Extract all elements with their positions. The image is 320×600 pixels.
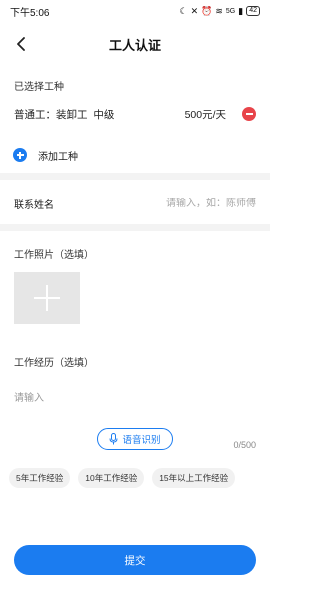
job-item: 普通工：装卸工 中级 500元/天 <box>14 104 256 124</box>
work-experience-label: 工作经历（选填） <box>14 358 94 369</box>
moon-icon: ☾ <box>179 5 188 16</box>
experience-chip[interactable]: 10年工作经验 <box>78 468 145 488</box>
status-time: 下午5:06 <box>10 7 50 19</box>
job-name: 普通工：装卸工 中级 <box>14 108 115 121</box>
microphone-icon <box>109 433 118 445</box>
network-label: 5G <box>225 7 236 15</box>
submit-button[interactable]: 提交 <box>14 545 256 575</box>
remove-job-button[interactable] <box>242 107 256 121</box>
section-divider <box>0 224 270 231</box>
add-job-button[interactable]: 添加工种 <box>13 146 78 164</box>
section-divider <box>0 173 270 180</box>
wifi-icon: ≋ <box>215 5 223 16</box>
status-icons: ☾ ✕ ⏰ ≋ 5G ▮ 42 <box>180 6 260 17</box>
mute-icon: ✕ <box>190 5 199 16</box>
voice-button-label: 语音识别 <box>122 435 161 446</box>
battery-icon: 42 <box>246 6 260 16</box>
char-counter: 0/500 <box>233 440 256 450</box>
voice-recognition-button[interactable]: 语音识别 <box>97 428 173 450</box>
nav-bar: 工人认证 <box>0 26 270 62</box>
experience-chips: 5年工作经验 10年工作经验 15年以上工作经验 <box>9 468 236 488</box>
contact-name-input[interactable] <box>106 197 256 209</box>
job-price: 500元/天 <box>184 108 226 121</box>
add-job-label: 添加工种 <box>38 151 78 163</box>
contact-name-row: 联系姓名 <box>14 194 256 212</box>
status-bar: 下午5:06 ☾ ✕ ⏰ ≋ 5G ▮ 42 <box>0 0 270 22</box>
experience-chip[interactable]: 15年以上工作经验 <box>152 468 236 488</box>
add-photo-button[interactable] <box>14 272 80 324</box>
chevron-left-icon <box>17 37 25 51</box>
plus-circle-icon <box>13 148 27 162</box>
work-experience-input[interactable] <box>14 389 256 419</box>
plus-icon <box>34 285 60 311</box>
alarm-icon: ⏰ <box>201 5 213 16</box>
contact-name-label: 联系姓名 <box>14 199 54 211</box>
page-title: 工人认证 <box>108 37 161 53</box>
work-photos-label: 工作照片（选填） <box>14 250 94 261</box>
minus-icon <box>245 113 253 115</box>
signal-icon: ▮ <box>238 5 244 16</box>
back-button[interactable] <box>10 32 32 56</box>
experience-chip[interactable]: 5年工作经验 <box>9 468 71 488</box>
selected-jobs-label: 已选择工种 <box>14 82 64 93</box>
